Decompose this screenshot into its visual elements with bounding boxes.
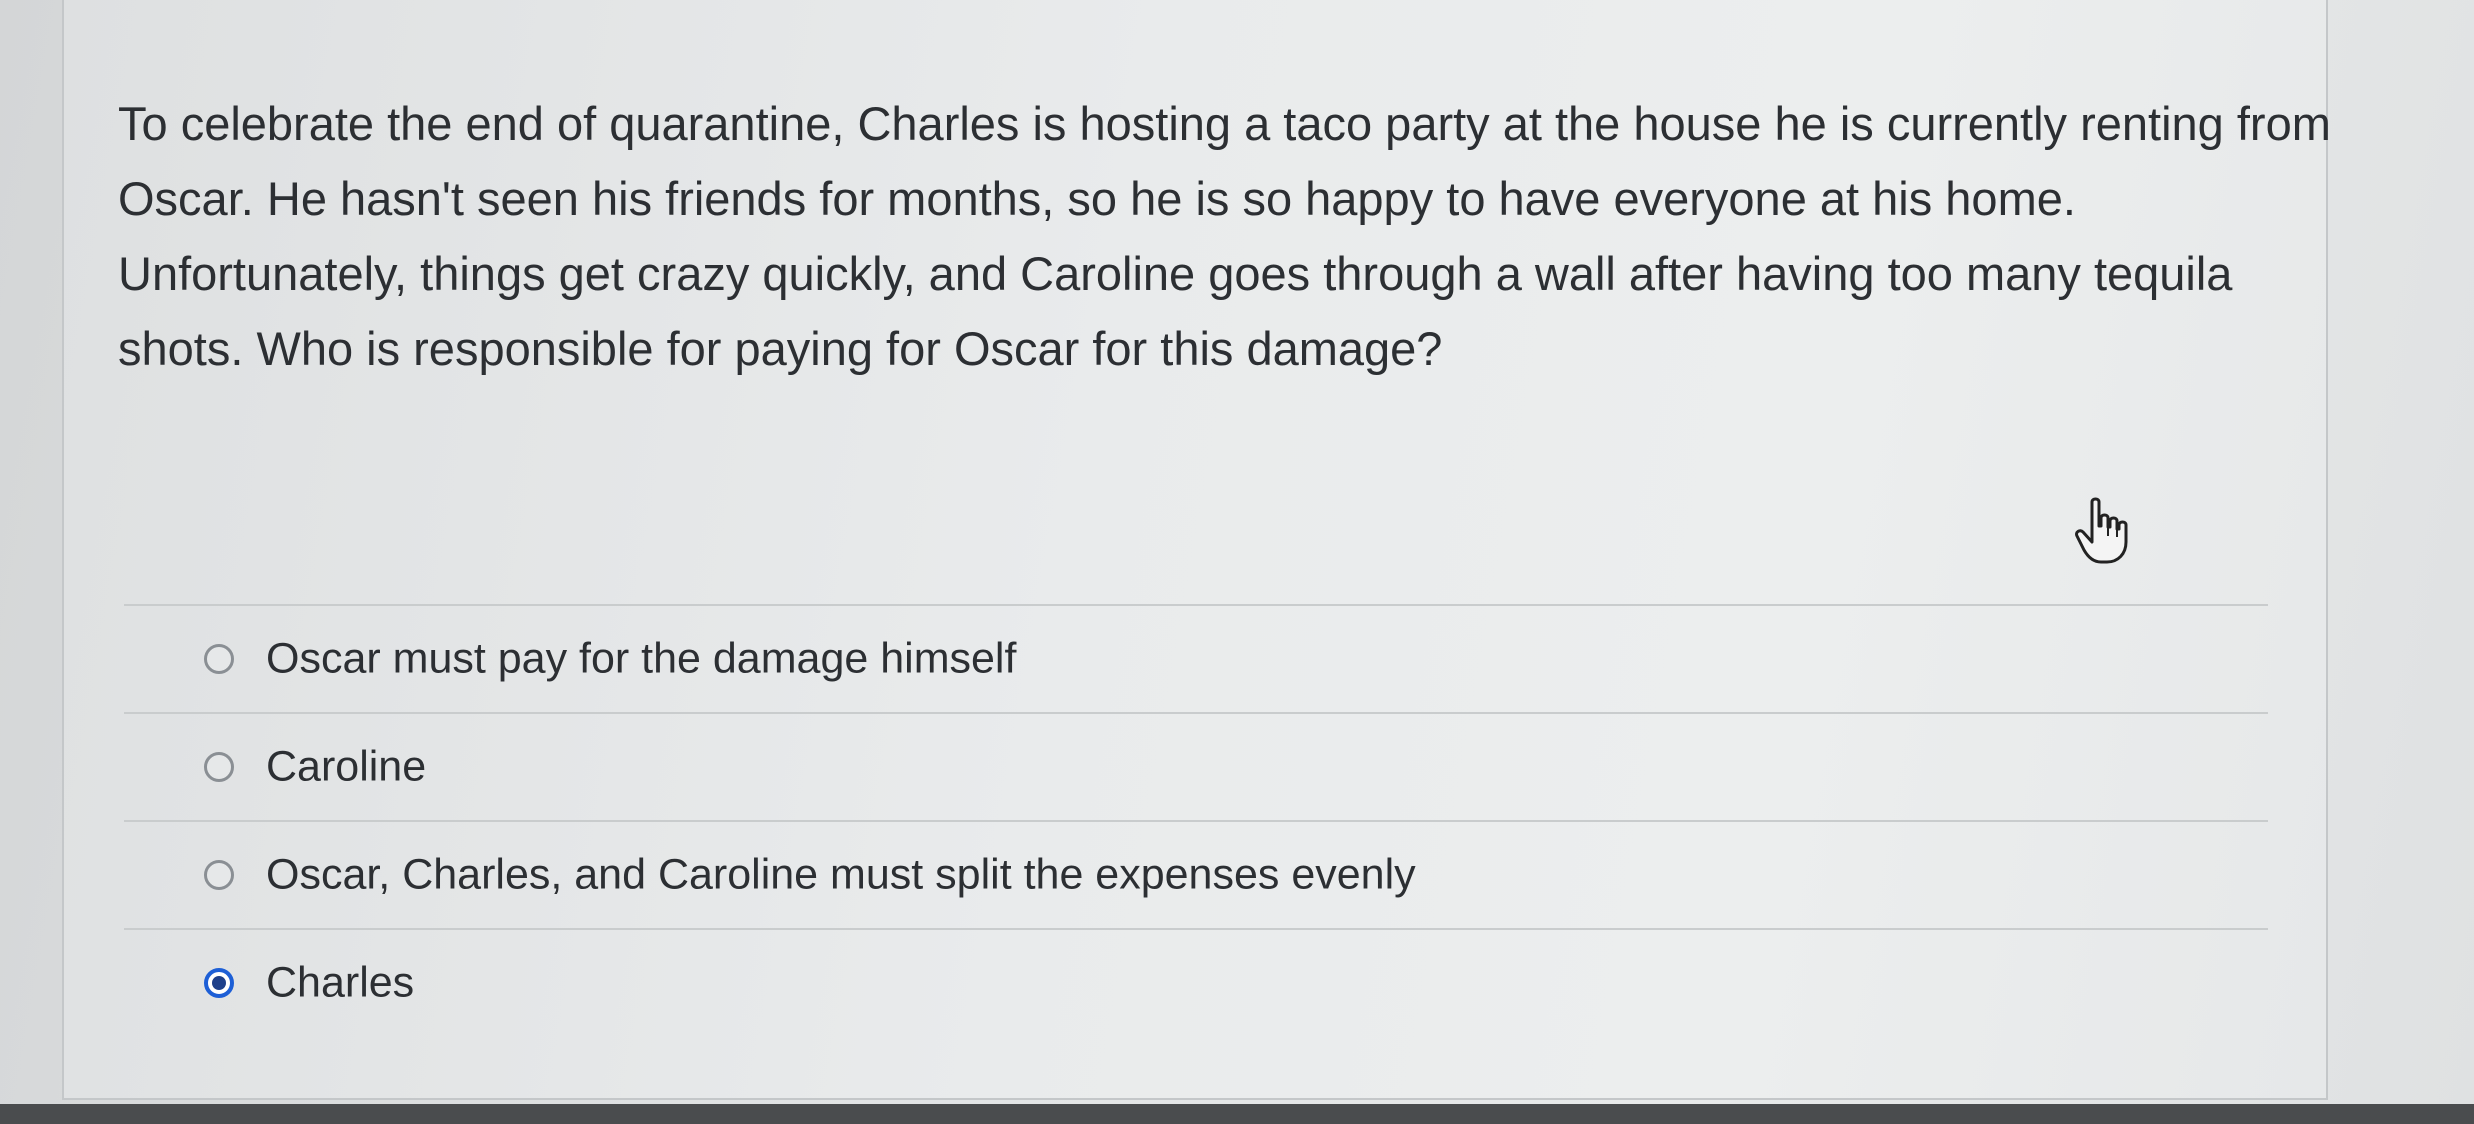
question-card: To celebrate the end of quarantine, Char… — [62, 0, 2331, 1100]
answer-label[interactable]: Charles — [266, 959, 414, 1008]
screen: To celebrate the end of quarantine, Char… — [0, 0, 2474, 1124]
answer-label[interactable]: Caroline — [266, 743, 426, 792]
radio-button-selected[interactable] — [204, 968, 234, 998]
answer-option-selected[interactable]: Charles — [124, 928, 2268, 1036]
question-text: To celebrate the end of quarantine, Char… — [118, 97, 2331, 375]
radio-button[interactable] — [204, 752, 234, 782]
radio-button[interactable] — [204, 860, 234, 890]
bottom-bar — [0, 1104, 2474, 1124]
answer-label[interactable]: Oscar must pay for the damage himself — [266, 635, 1016, 684]
hand-pointer-icon — [2075, 497, 2128, 564]
answer-list: Oscar must pay for the damage himself Ca… — [124, 604, 2268, 1036]
answer-label[interactable]: Oscar, Charles, and Caroline must split … — [266, 851, 1416, 900]
answer-option[interactable]: Oscar must pay for the damage himself — [124, 604, 2268, 712]
answer-option[interactable]: Oscar, Charles, and Caroline must split … — [124, 820, 2268, 928]
radio-button[interactable] — [204, 644, 234, 674]
answer-option[interactable]: Caroline — [124, 712, 2268, 820]
